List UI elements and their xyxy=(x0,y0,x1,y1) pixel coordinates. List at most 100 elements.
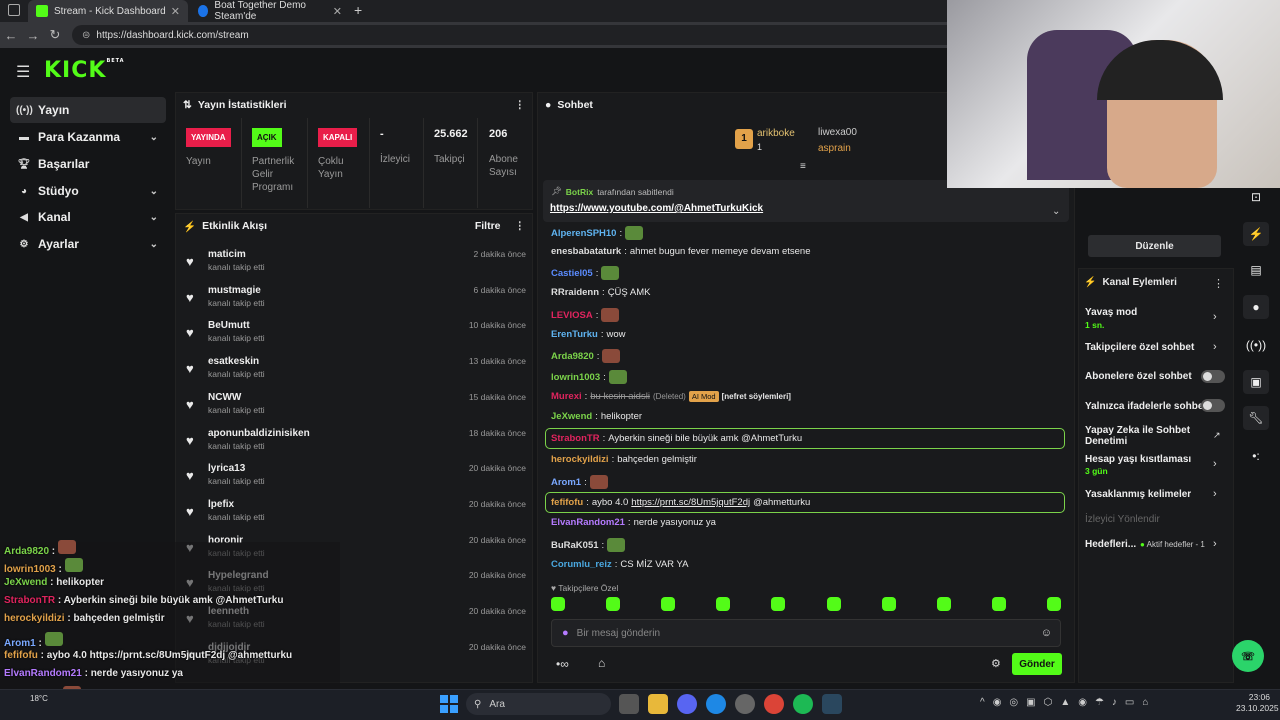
file-explorer-icon[interactable] xyxy=(648,694,668,714)
mic-icon[interactable]: ● xyxy=(562,627,569,639)
emote-icon[interactable] xyxy=(606,597,621,611)
chat-message[interactable]: Arom1: xyxy=(551,475,1063,489)
ai-moderation-label[interactable]: Yapay Zeka ile Sohbet Denetimi xyxy=(1085,425,1205,447)
chat-message[interactable]: Murexi: bu kesin aidsli (Deleted) AI Mod [ne… xyxy=(551,391,1063,402)
wrench-icon[interactable]: 🔧︎ xyxy=(1243,406,1269,430)
activity-item[interactable]: ♥ lpefix kanalı takip etti 20 dakika önce xyxy=(186,499,526,535)
broadcast-icon[interactable]: ((•)) xyxy=(1243,333,1269,357)
sidebar-item-basarilar[interactable]: 🏆︎ Başarılar xyxy=(10,151,166,177)
chat-message[interactable]: herockyildizi: bahçeden gelmiştir xyxy=(551,454,1063,465)
gear-icon[interactable]: ⚙ xyxy=(991,657,1001,670)
tray-icons[interactable]: ^◉◎▣⬡▲◉☂♪▭⌂ xyxy=(980,697,1156,708)
chat-username[interactable]: fefifofu xyxy=(551,497,583,508)
chat-username[interactable]: ErenTurku xyxy=(551,329,598,340)
chat-username[interactable]: Arda9820 xyxy=(551,351,594,362)
emote-icon[interactable] xyxy=(661,597,676,611)
goals-label[interactable]: Hedefleri... xyxy=(1085,539,1136,550)
sidebar-item-studyo[interactable]: ◕ Stüdyo ⌄ xyxy=(10,178,166,204)
sidebar-item-ayarlar[interactable]: ⚙ Ayarlar ⌄ xyxy=(10,231,166,257)
tab-kick-dashboard[interactable]: Stream - Kick Dashboard ✕ xyxy=(28,0,188,22)
tab-search-icon[interactable] xyxy=(8,4,20,16)
store-icon[interactable]: ⌂ xyxy=(598,656,605,670)
chevron-down-icon[interactable]: ⌄ xyxy=(1052,206,1060,217)
task-view-icon[interactable] xyxy=(619,694,639,714)
sidebar-item-para-kazanma[interactable]: ▬ Para Kazanma ⌄ xyxy=(10,124,166,150)
filter-button[interactable]: Filtre xyxy=(475,220,501,232)
chat-message[interactable]: fefifofu: aybo 4.0 https://prnt.sc/8Um5jqu… xyxy=(545,492,1065,513)
edit-button[interactable]: Düzenle xyxy=(1088,235,1221,257)
subscriber-chat-toggle[interactable] xyxy=(1201,370,1225,383)
sidebar-item-yayin[interactable]: ((•)) Yayın xyxy=(10,97,166,123)
notes-icon[interactable]: ▤ xyxy=(1243,258,1269,282)
chat-message[interactable]: AlperenSPH10: xyxy=(551,226,1063,240)
chat-message[interactable]: Arda9820: xyxy=(551,349,1063,363)
activity-item[interactable]: ♥ esatkeskin kanalı takip etti 13 dakika ön… xyxy=(186,356,526,392)
spotify-icon[interactable] xyxy=(793,694,813,714)
chat-username[interactable]: herockyildizi xyxy=(551,454,609,465)
leader-name[interactable]: liwexa00 xyxy=(818,127,857,138)
pinned-link[interactable]: https://www.youtube.com/@AhmetTurkuKick xyxy=(550,203,763,214)
close-tab-icon[interactable]: ✕ xyxy=(333,5,342,18)
chat-username[interactable]: LEVIOSA xyxy=(551,310,593,321)
taskbar-search[interactable]: ⚲ Ara xyxy=(466,693,611,715)
chat-message[interactable]: Corumlu_reiz: CS MİZ VAR YA xyxy=(551,559,1063,570)
steam-icon[interactable] xyxy=(822,694,842,714)
activity-item[interactable]: ♥ BeUmutt kanalı takip etti 10 dakika önce xyxy=(186,320,526,356)
banned-words-label[interactable]: Yasaklanmış kelimeler xyxy=(1085,489,1191,500)
discord-icon[interactable] xyxy=(677,694,697,714)
chat-username[interactable]: BuRaK051 xyxy=(551,540,599,551)
leader-name[interactable]: asprain xyxy=(818,143,851,154)
chat-message[interactable]: lowrin1003: xyxy=(551,370,1063,384)
weather-temp[interactable]: 18°C xyxy=(0,694,48,703)
infinity-icon[interactable]: •∞ xyxy=(556,657,569,671)
more-icon[interactable]: ⋮ xyxy=(515,99,526,111)
chat-username[interactable]: AlperenSPH10 xyxy=(551,228,616,239)
menu-icon[interactable]: ☰ xyxy=(16,62,30,82)
lightning-icon[interactable]: ⚡ xyxy=(1243,222,1269,246)
new-tab-icon[interactable]: + xyxy=(354,2,362,18)
chat-message[interactable]: BuRaK051: xyxy=(551,538,1063,552)
emote-only-toggle[interactable] xyxy=(1201,399,1225,412)
chat-message[interactable]: StrabonTR: Ayberkin sineği bile büyük amk… xyxy=(545,428,1065,449)
follower-chat-label[interactable]: Takipçilere özel sohbet xyxy=(1085,342,1194,353)
chevron-right-icon[interactable]: › xyxy=(1213,458,1217,470)
emote-icon[interactable] xyxy=(881,597,896,611)
chevron-right-icon[interactable]: › xyxy=(1213,311,1217,323)
more-icon[interactable]: ⋮ xyxy=(1213,277,1224,290)
chat-username[interactable]: Arom1 xyxy=(551,477,581,488)
start-icon[interactable] xyxy=(440,695,458,713)
chat-message[interactable]: JeXwend: helikopter xyxy=(551,411,1063,422)
clock[interactable]: 23:06 23.10.2025 xyxy=(1236,692,1279,714)
expand-icon[interactable]: ≡ xyxy=(800,161,806,172)
chrome-icon[interactable] xyxy=(764,694,784,714)
emote-icon[interactable] xyxy=(826,597,841,611)
popout-icon[interactable]: ⊡ xyxy=(1243,185,1269,209)
activity-item[interactable]: ♥ aponunbaldizinisiken kanalı takip etti 18… xyxy=(186,428,526,464)
chat-message[interactable]: Castiel05: xyxy=(551,266,1063,280)
chat-username[interactable]: Corumlu_reiz xyxy=(551,559,612,570)
chat-input[interactable]: ● Bir mesaj gönderin ☺ xyxy=(551,619,1061,647)
back-icon[interactable]: ← xyxy=(0,28,22,43)
chat-username[interactable]: Murexi xyxy=(551,391,582,402)
chat-icon[interactable]: ● xyxy=(1243,295,1269,319)
tab-steam[interactable]: Boat Together Demo Steam'de ✕ xyxy=(190,0,350,22)
community-icon[interactable]: •: xyxy=(1243,444,1269,468)
chevron-right-icon[interactable]: › xyxy=(1213,538,1217,550)
activity-item[interactable]: ♥ mustmagie kanalı takip etti 6 dakika önce xyxy=(186,285,526,321)
chat-username[interactable]: JeXwend xyxy=(551,411,592,422)
chat-link[interactable]: https://prnt.sc/8Um5jqutF2dj xyxy=(631,497,750,508)
chevron-right-icon[interactable]: › xyxy=(1213,488,1217,500)
chat-username[interactable]: enesbabataturk xyxy=(551,246,621,257)
activity-item[interactable]: ♥ maticim kanalı takip etti 2 dakika önce xyxy=(186,249,526,285)
emote-icon[interactable] xyxy=(936,597,951,611)
chat-message[interactable]: LEVIOSA: xyxy=(551,308,1063,322)
emoji-icon[interactable]: ☺ xyxy=(1041,627,1052,639)
chat-message[interactable]: RRraidenn: ÇÜŞ AMK xyxy=(551,287,1063,298)
emote-icon[interactable] xyxy=(716,597,731,611)
chat-username[interactable]: lowrin1003 xyxy=(551,372,600,383)
external-link-icon[interactable]: ↗ xyxy=(1213,430,1221,441)
slow-mode-label[interactable]: Yavaş mod xyxy=(1085,307,1137,318)
sidebar-item-kanal[interactable]: ◀ Kanal ⌄ xyxy=(10,204,166,230)
reload-icon[interactable]: ↻ xyxy=(44,27,66,43)
layout-icon[interactable]: ▣ xyxy=(1243,370,1269,394)
